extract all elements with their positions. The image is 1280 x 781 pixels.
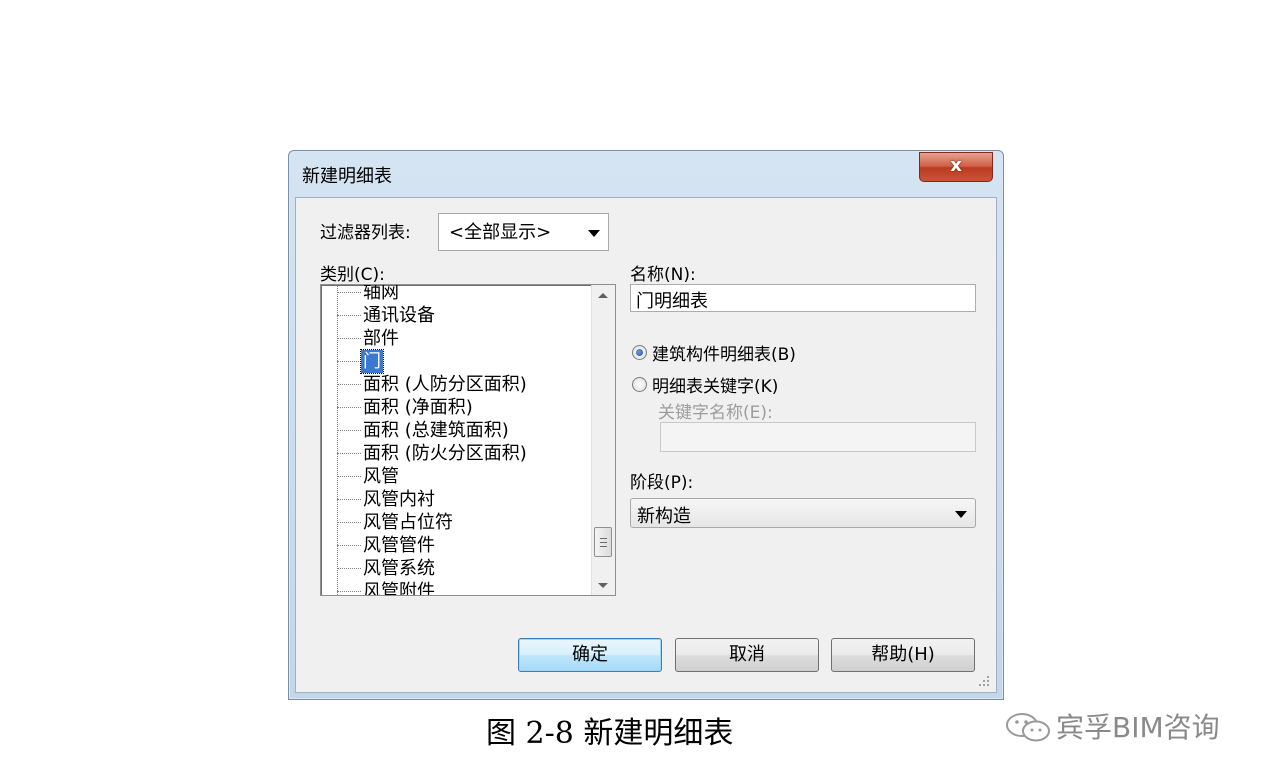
tree-branch	[337, 545, 361, 546]
tree-item[interactable]: 面积 (防火分区面积)	[321, 442, 589, 465]
grip-dot	[987, 680, 989, 682]
tree-branch	[337, 453, 361, 454]
title-bar[interactable]: 新建明细表 x	[289, 151, 1003, 197]
tree-item[interactable]: 面积 (人防分区面积)	[321, 373, 589, 396]
tree-branch	[337, 499, 361, 500]
filter-list-combo[interactable]: <全部显示>	[438, 213, 609, 251]
tree-branch	[337, 476, 361, 477]
new-schedule-dialog: 新建明细表 x 过滤器列表: <全部显示> 类别(C): 轴网 通讯设备 部件 …	[288, 150, 1004, 700]
close-icon: x	[950, 155, 962, 176]
filter-list-label: 过滤器列表:	[320, 223, 411, 243]
tree-branch	[337, 338, 361, 339]
grip-line	[600, 546, 607, 547]
close-button[interactable]: x	[919, 152, 993, 182]
tree-branch	[337, 315, 361, 316]
category-label: 类别(C):	[320, 265, 385, 285]
tree-item-label: 面积 (人防分区面积)	[363, 374, 527, 395]
tree-branch	[337, 292, 361, 293]
tree-item[interactable]: 风管内衬	[321, 488, 589, 511]
grip-dot	[983, 680, 985, 682]
tree-item[interactable]: 面积 (净面积)	[321, 396, 589, 419]
building-schedule-label[interactable]: 建筑构件明细表(B)	[652, 340, 796, 365]
tree-item[interactable]: 风管占位符	[321, 511, 589, 534]
dialog-title: 新建明细表	[302, 166, 392, 187]
name-label: 名称(N):	[630, 265, 696, 285]
building-schedule-radio[interactable]	[632, 345, 647, 360]
tree-item-label: 轴网	[363, 284, 399, 303]
tree-item-label: 风管占位符	[363, 512, 453, 533]
chevron-down-icon	[588, 230, 600, 237]
tree-item-label: 风管内衬	[363, 489, 435, 510]
key-name-input	[660, 422, 976, 452]
tree-item-label: 面积 (防火分区面积)	[363, 443, 527, 464]
tree-item[interactable]: 风管	[321, 465, 589, 488]
tree-item[interactable]: 部件	[321, 327, 589, 350]
tree-item-label: 风管系统	[363, 558, 435, 579]
category-tree: 轴网 通讯设备 部件 门 面积 (人防分区面积) 面积 (净面积) 面积 (总建…	[321, 284, 589, 596]
tree-item-label: 风管管件	[363, 535, 435, 556]
grip-dot	[983, 684, 985, 686]
grip-dot	[987, 676, 989, 678]
tree-item-label: 面积 (总建筑面积)	[363, 420, 509, 441]
tree-item-label: 面积 (净面积)	[363, 397, 473, 418]
radio-selected-dot	[636, 349, 643, 356]
phase-combo[interactable]: 新构造	[630, 498, 976, 528]
name-input[interactable]: 门明细表	[630, 284, 976, 312]
ok-button[interactable]: 确定	[518, 638, 662, 672]
tree-item[interactable]: 面积 (总建筑面积)	[321, 419, 589, 442]
tree-item[interactable]: 风管附件	[321, 580, 589, 596]
watermark-text: 宾孚BIM咨询	[1056, 711, 1220, 744]
tree-item[interactable]: 轴网	[321, 284, 589, 304]
tree-item[interactable]: 风管管件	[321, 534, 589, 557]
tree-branch	[337, 430, 361, 431]
tree-branch	[337, 568, 361, 569]
name-input-value: 门明细表	[636, 291, 708, 312]
tree-item-label: 通讯设备	[363, 305, 435, 326]
tree-item-selected[interactable]: 门	[321, 349, 589, 374]
tree-branch	[337, 407, 361, 408]
key-name-label: 关键字名称(E):	[658, 403, 773, 423]
category-scrollbar[interactable]	[591, 285, 615, 595]
tree-item[interactable]: 通讯设备	[321, 304, 589, 327]
help-button[interactable]: 帮助(H)	[831, 638, 975, 672]
grip-dot	[987, 684, 989, 686]
dialog-body: 过滤器列表: <全部显示> 类别(C): 轴网 通讯设备 部件 门 面积 (人防…	[295, 197, 997, 693]
scroll-down-button[interactable]	[592, 575, 614, 595]
scroll-up-icon	[598, 293, 608, 298]
tree-item-label: 部件	[363, 328, 399, 349]
tree-branch	[337, 591, 361, 592]
tree-item[interactable]: 风管系统	[321, 557, 589, 580]
cancel-button[interactable]: 取消	[675, 638, 819, 672]
grip-line	[600, 538, 607, 539]
schedule-key-radio[interactable]	[632, 377, 647, 392]
grip-line	[600, 542, 607, 543]
scroll-down-icon	[598, 583, 608, 588]
resize-grip-icon[interactable]	[978, 676, 990, 688]
phase-value: 新构造	[637, 506, 691, 527]
tree-branch	[337, 384, 361, 385]
tree-item-label: 门	[360, 349, 384, 374]
chevron-down-icon	[955, 511, 967, 518]
phase-label: 阶段(P):	[630, 473, 694, 493]
tree-item-label: 风管附件	[363, 581, 435, 596]
category-listbox[interactable]: 轴网 通讯设备 部件 门 面积 (人防分区面积) 面积 (净面积) 面积 (总建…	[320, 284, 616, 596]
scroll-thumb[interactable]	[594, 527, 612, 557]
wechat-icon	[1006, 713, 1050, 742]
tree-item-label: 风管	[363, 466, 399, 487]
tree-branch	[337, 522, 361, 523]
grip-dot	[979, 684, 981, 686]
scroll-up-button[interactable]	[592, 285, 614, 305]
figure-caption: 图 2-8 新建明细表	[486, 716, 734, 751]
filter-list-value: <全部显示>	[449, 222, 552, 243]
tree-branch	[337, 361, 361, 362]
schedule-key-label[interactable]: 明细表关键字(K)	[652, 372, 778, 397]
